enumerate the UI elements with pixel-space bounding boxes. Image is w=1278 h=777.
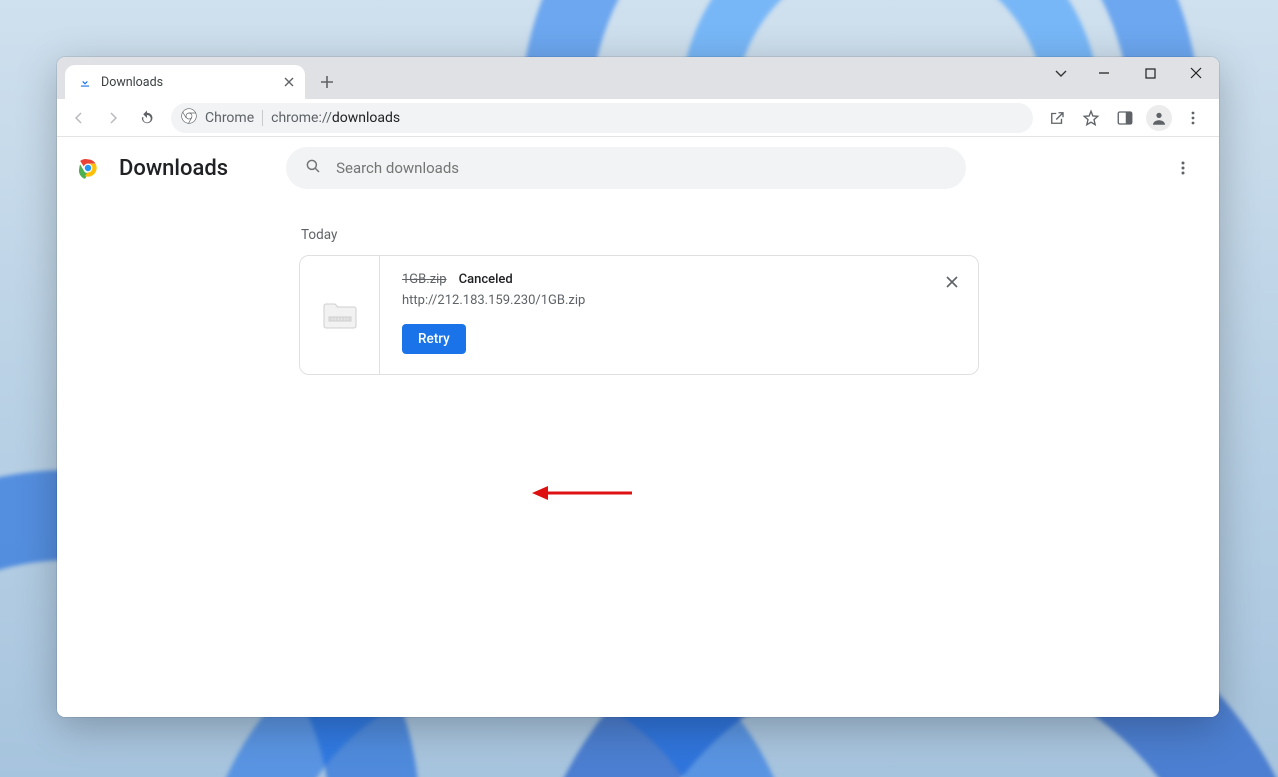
- annotation-arrow: [532, 483, 632, 503]
- profile-button[interactable]: [1143, 102, 1175, 134]
- downloads-menu-button[interactable]: [1167, 152, 1199, 184]
- chrome-icon: [181, 108, 197, 128]
- date-heading: Today: [301, 227, 979, 243]
- browser-menu-button[interactable]: [1177, 102, 1209, 134]
- new-tab-button[interactable]: [313, 68, 341, 96]
- omnibox-scheme: chrome://: [271, 110, 332, 126]
- side-panel-button[interactable]: [1109, 102, 1141, 134]
- window-minimize-button[interactable]: [1081, 57, 1127, 89]
- omnibox-label: Chrome: [205, 110, 254, 126]
- search-input[interactable]: [336, 159, 948, 177]
- browser-window: Downloads: [57, 57, 1219, 717]
- browser-toolbar: Chrome chrome://downloads: [57, 99, 1219, 137]
- download-item: 1GB.zip Canceled http://212.183.159.230/…: [299, 255, 979, 375]
- search-downloads-field[interactable]: [286, 147, 966, 189]
- bookmark-button[interactable]: [1075, 102, 1107, 134]
- download-arrow-icon: [77, 74, 93, 90]
- avatar-icon: [1146, 105, 1172, 131]
- tab-downloads[interactable]: Downloads: [65, 65, 305, 99]
- window-controls: [1041, 57, 1219, 93]
- omnibox-path: downloads: [332, 110, 400, 126]
- download-filename: 1GB.zip: [402, 272, 447, 287]
- tab-close-button[interactable]: [281, 74, 297, 90]
- back-button[interactable]: [63, 102, 95, 134]
- share-button[interactable]: [1041, 102, 1073, 134]
- file-type-icon: [300, 256, 380, 374]
- window-maximize-button[interactable]: [1127, 57, 1173, 89]
- forward-button[interactable]: [97, 102, 129, 134]
- page-title: Downloads: [119, 156, 228, 181]
- address-bar[interactable]: Chrome chrome://downloads: [171, 103, 1033, 133]
- download-status: Canceled: [459, 272, 513, 287]
- chrome-logo-icon: [75, 155, 101, 181]
- download-url: http://212.183.159.230/1GB.zip: [402, 293, 956, 308]
- search-icon: [304, 157, 322, 179]
- downloads-page: Downloads Today: [57, 137, 1219, 717]
- remove-download-button[interactable]: [940, 270, 964, 294]
- tab-search-button[interactable]: [1041, 57, 1081, 89]
- tab-strip: Downloads: [57, 57, 1219, 99]
- tab-title: Downloads: [101, 75, 273, 90]
- omnibox-divider: [262, 110, 263, 126]
- reload-button[interactable]: [131, 102, 163, 134]
- window-close-button[interactable]: [1173, 57, 1219, 89]
- desktop-wallpaper: Downloads: [0, 0, 1278, 777]
- retry-button[interactable]: Retry: [402, 324, 466, 354]
